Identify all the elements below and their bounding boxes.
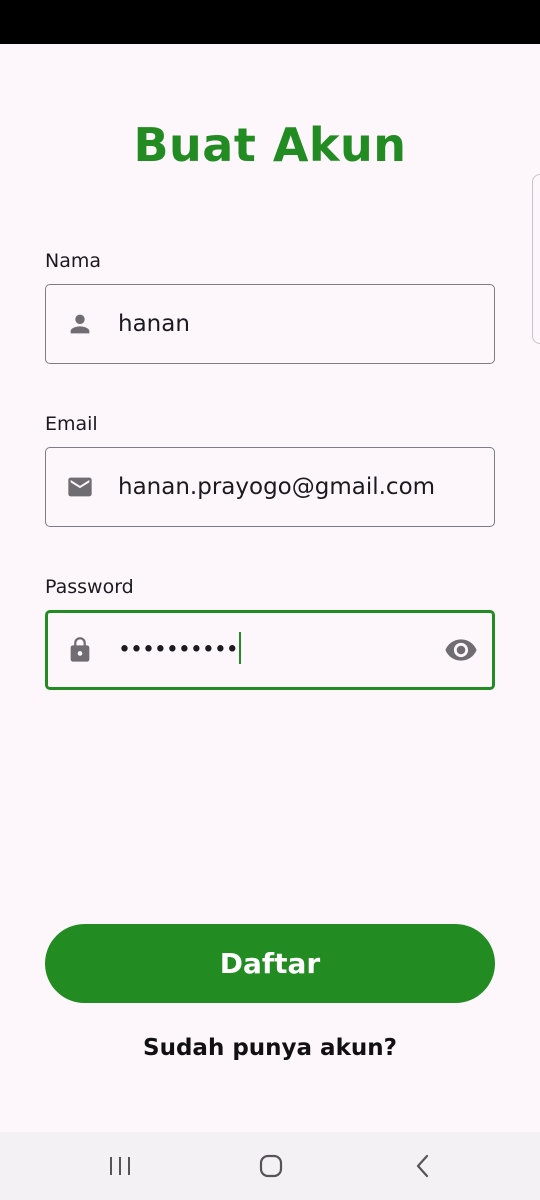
home-icon[interactable] bbox=[251, 1146, 291, 1186]
password-value[interactable]: •••••••••• bbox=[118, 632, 242, 666]
name-value: hanan bbox=[118, 311, 190, 337]
mail-icon bbox=[66, 473, 94, 501]
back-icon[interactable] bbox=[403, 1146, 443, 1186]
page-title: Buat Akun bbox=[133, 118, 407, 172]
name-label: Nama bbox=[45, 250, 102, 272]
lock-icon bbox=[66, 636, 94, 664]
email-value: hanan.prayogo@gmail.com bbox=[118, 474, 436, 500]
recent-apps-icon[interactable] bbox=[100, 1146, 140, 1186]
email-field[interactable]: hanan.prayogo@gmail.com bbox=[45, 447, 495, 527]
system-nav-bar bbox=[0, 1132, 540, 1200]
edge-panel-handle[interactable] bbox=[532, 174, 540, 344]
register-button[interactable]: Daftar bbox=[45, 924, 495, 1003]
email-label: Email bbox=[45, 413, 98, 435]
text-caret bbox=[238, 632, 242, 664]
password-label: Password bbox=[45, 576, 134, 598]
password-dots: •••••••••• bbox=[118, 637, 239, 663]
eye-icon[interactable] bbox=[444, 633, 478, 667]
status-bar bbox=[0, 0, 540, 44]
name-field[interactable]: hanan bbox=[45, 284, 495, 364]
login-link[interactable]: Sudah punya akun? bbox=[0, 1035, 540, 1061]
person-icon bbox=[66, 310, 94, 338]
password-field[interactable]: •••••••••• bbox=[45, 610, 495, 690]
